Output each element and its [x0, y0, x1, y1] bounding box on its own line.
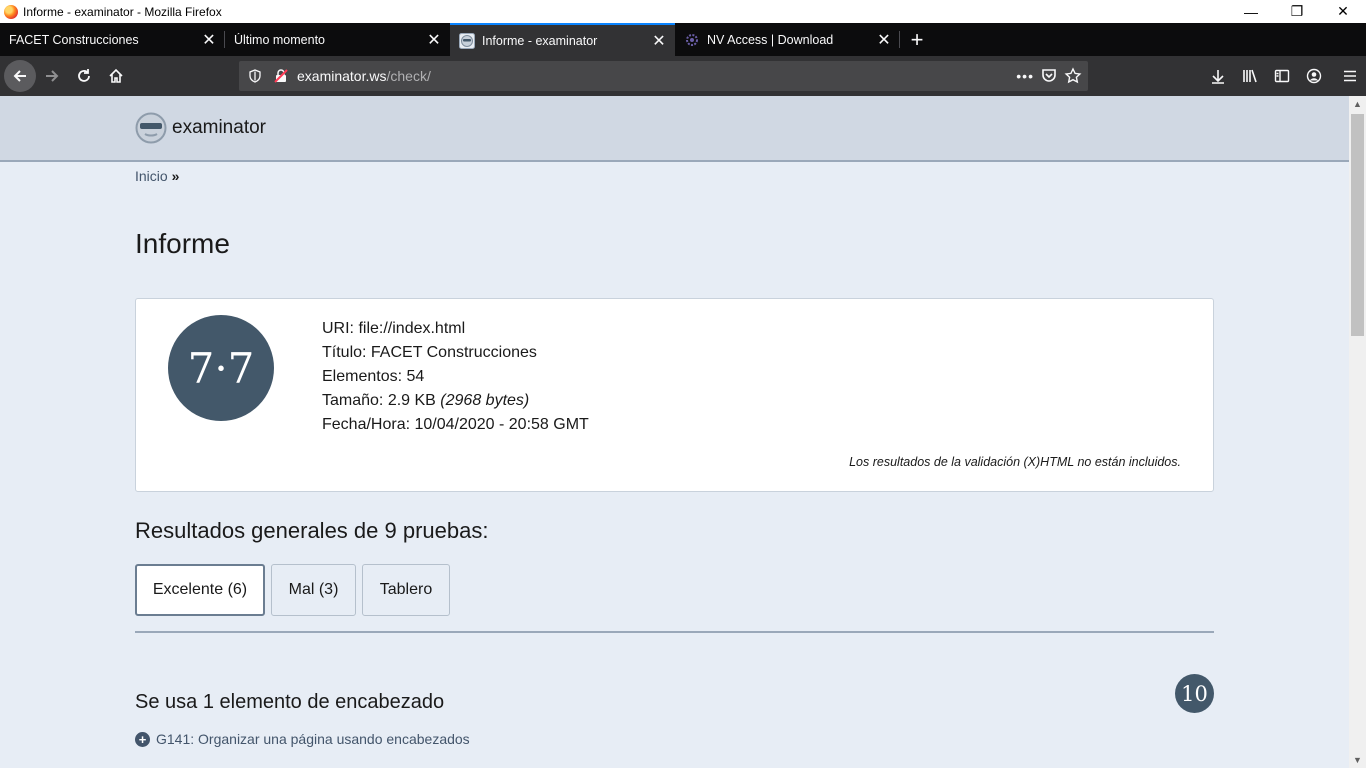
sunglasses-face-icon	[135, 112, 167, 144]
page-title: Informe	[135, 228, 230, 259]
downloads-button[interactable]	[1202, 60, 1234, 92]
tab-label: Último momento	[234, 32, 325, 47]
reload-button[interactable]	[68, 60, 100, 92]
validation-note: Los resultados de la validación (X)HTML …	[849, 455, 1181, 469]
tab-separator	[899, 31, 900, 48]
pocket-icon[interactable]	[1040, 67, 1058, 85]
breadcrumb-separator: »	[171, 168, 180, 184]
home-icon	[109, 68, 123, 83]
tab-label: FACET Construcciones	[9, 32, 139, 47]
account-button[interactable]	[1298, 60, 1330, 92]
tab-nvaccess[interactable]: NV Access | Download ✕	[675, 23, 900, 56]
forward-button[interactable]	[36, 60, 68, 92]
technique-label: G141: Organizar una página usando encabe…	[156, 731, 470, 747]
page-scrollbar[interactable]: ▲ ▼	[1349, 96, 1366, 768]
results-heading: Resultados generales de 9 pruebas:	[135, 518, 489, 543]
site-header: examinator	[0, 96, 1349, 162]
firefox-logo-icon	[4, 4, 18, 19]
scroll-down-icon[interactable]: ▼	[1349, 752, 1366, 768]
page-viewport: examinator Inicio » Informe 7·7 URI: fil…	[0, 96, 1349, 768]
minimize-button[interactable]: —	[1228, 0, 1274, 23]
page-actions-icon[interactable]: •••	[1016, 68, 1034, 84]
meta-size: Tamaño: 2.9 KB (2968 bytes)	[322, 389, 589, 413]
tracking-shield-icon[interactable]	[248, 69, 262, 83]
tab-strip: FACET Construcciones ✕ Último momento ✕ …	[0, 23, 1366, 56]
url-host: examinator.ws	[297, 68, 387, 84]
arrow-right-icon	[46, 70, 59, 82]
scroll-up-icon[interactable]: ▲	[1349, 96, 1366, 112]
technique-link[interactable]: + G141: Organizar una página usando enca…	[135, 731, 470, 747]
account-icon	[1306, 68, 1322, 84]
home-button[interactable]	[100, 60, 132, 92]
library-button[interactable]	[1234, 60, 1266, 92]
window-titlebar: Informe - examinator - Mozilla Firefox —…	[0, 0, 1366, 23]
filter-excelente-button[interactable]: Excelente (6)	[135, 564, 265, 616]
close-window-button[interactable]: ✕	[1320, 0, 1366, 23]
sidebar-button[interactable]	[1266, 60, 1298, 92]
meta-uri: URI: file://index.html	[322, 320, 466, 337]
section-divider	[135, 631, 1214, 633]
menu-button[interactable]	[1334, 60, 1366, 92]
site-name: examinator	[172, 117, 266, 138]
site-logo-link[interactable]: examinator	[135, 112, 266, 144]
filter-tablero-button[interactable]: Tablero	[362, 564, 450, 616]
restore-button[interactable]: ❐	[1274, 0, 1320, 23]
overall-score-badge: 7·7	[168, 315, 274, 421]
tab-close-icon[interactable]: ✕	[651, 31, 667, 51]
window-controls: — ❐ ✕	[1228, 0, 1366, 23]
tab-facet[interactable]: FACET Construcciones ✕	[0, 23, 225, 56]
navigation-toolbar: examinator.ws/check/ •••	[0, 56, 1366, 96]
expand-plus-icon[interactable]: +	[135, 731, 150, 747]
bookmark-star-icon[interactable]	[1064, 67, 1082, 85]
tab-close-icon[interactable]: ✕	[426, 30, 442, 50]
nvaccess-favicon-icon	[686, 33, 698, 46]
download-arrow-icon	[1212, 70, 1224, 84]
scrollbar-thumb[interactable]	[1351, 114, 1364, 336]
arrow-left-icon	[13, 70, 26, 82]
hamburger-menu-icon	[1344, 70, 1356, 82]
tab-label: NV Access | Download	[707, 32, 834, 47]
tab-informe[interactable]: Informe - examinator ✕	[450, 23, 675, 56]
reload-icon	[78, 69, 90, 82]
url-bar[interactable]: examinator.ws/check/ •••	[239, 61, 1088, 91]
insecure-lock-icon[interactable]	[273, 68, 289, 84]
back-button[interactable]	[4, 60, 36, 92]
report-metadata: URI: file://index.html Título: FACET Con…	[322, 317, 589, 437]
meta-datetime: Fecha/Hora: 10/04/2020 - 20:58 GMT	[322, 416, 589, 433]
sidebar-icon	[1274, 69, 1290, 83]
meta-title: Título: FACET Construcciones	[322, 344, 537, 361]
summary-card: 7·7 URI: file://index.html Título: FACET…	[135, 298, 1214, 492]
test-heading: Se usa 1 elemento de encabezado	[135, 691, 445, 713]
tab-close-icon[interactable]: ✕	[876, 30, 892, 50]
toolbar-right	[1202, 56, 1366, 96]
meta-elements: Elementos: 54	[322, 368, 425, 385]
url-path: /check/	[386, 68, 431, 84]
meta-size-kb: Tamaño: 2.9 KB	[322, 392, 436, 409]
url-text[interactable]: examinator.ws/check/	[297, 68, 431, 84]
tab-label: Informe - examinator	[482, 33, 598, 48]
breadcrumb-home-link[interactable]: Inicio	[135, 168, 168, 184]
results-filter-tabs: Excelente (6) Mal (3) Tablero	[135, 564, 456, 616]
filter-mal-button[interactable]: Mal (3)	[271, 564, 356, 616]
examinator-favicon-icon	[459, 32, 475, 49]
tab-ultimo-momento[interactable]: Último momento ✕	[225, 23, 450, 56]
library-icon	[1243, 69, 1257, 83]
new-tab-button[interactable]: +	[902, 23, 932, 56]
test-score-badge: 10	[1175, 674, 1214, 713]
meta-size-bytes: (2968 bytes)	[440, 392, 530, 409]
window-title: Informe - examinator - Mozilla Firefox	[23, 4, 222, 19]
tab-close-icon[interactable]: ✕	[201, 30, 217, 50]
breadcrumb: Inicio »	[135, 168, 179, 184]
